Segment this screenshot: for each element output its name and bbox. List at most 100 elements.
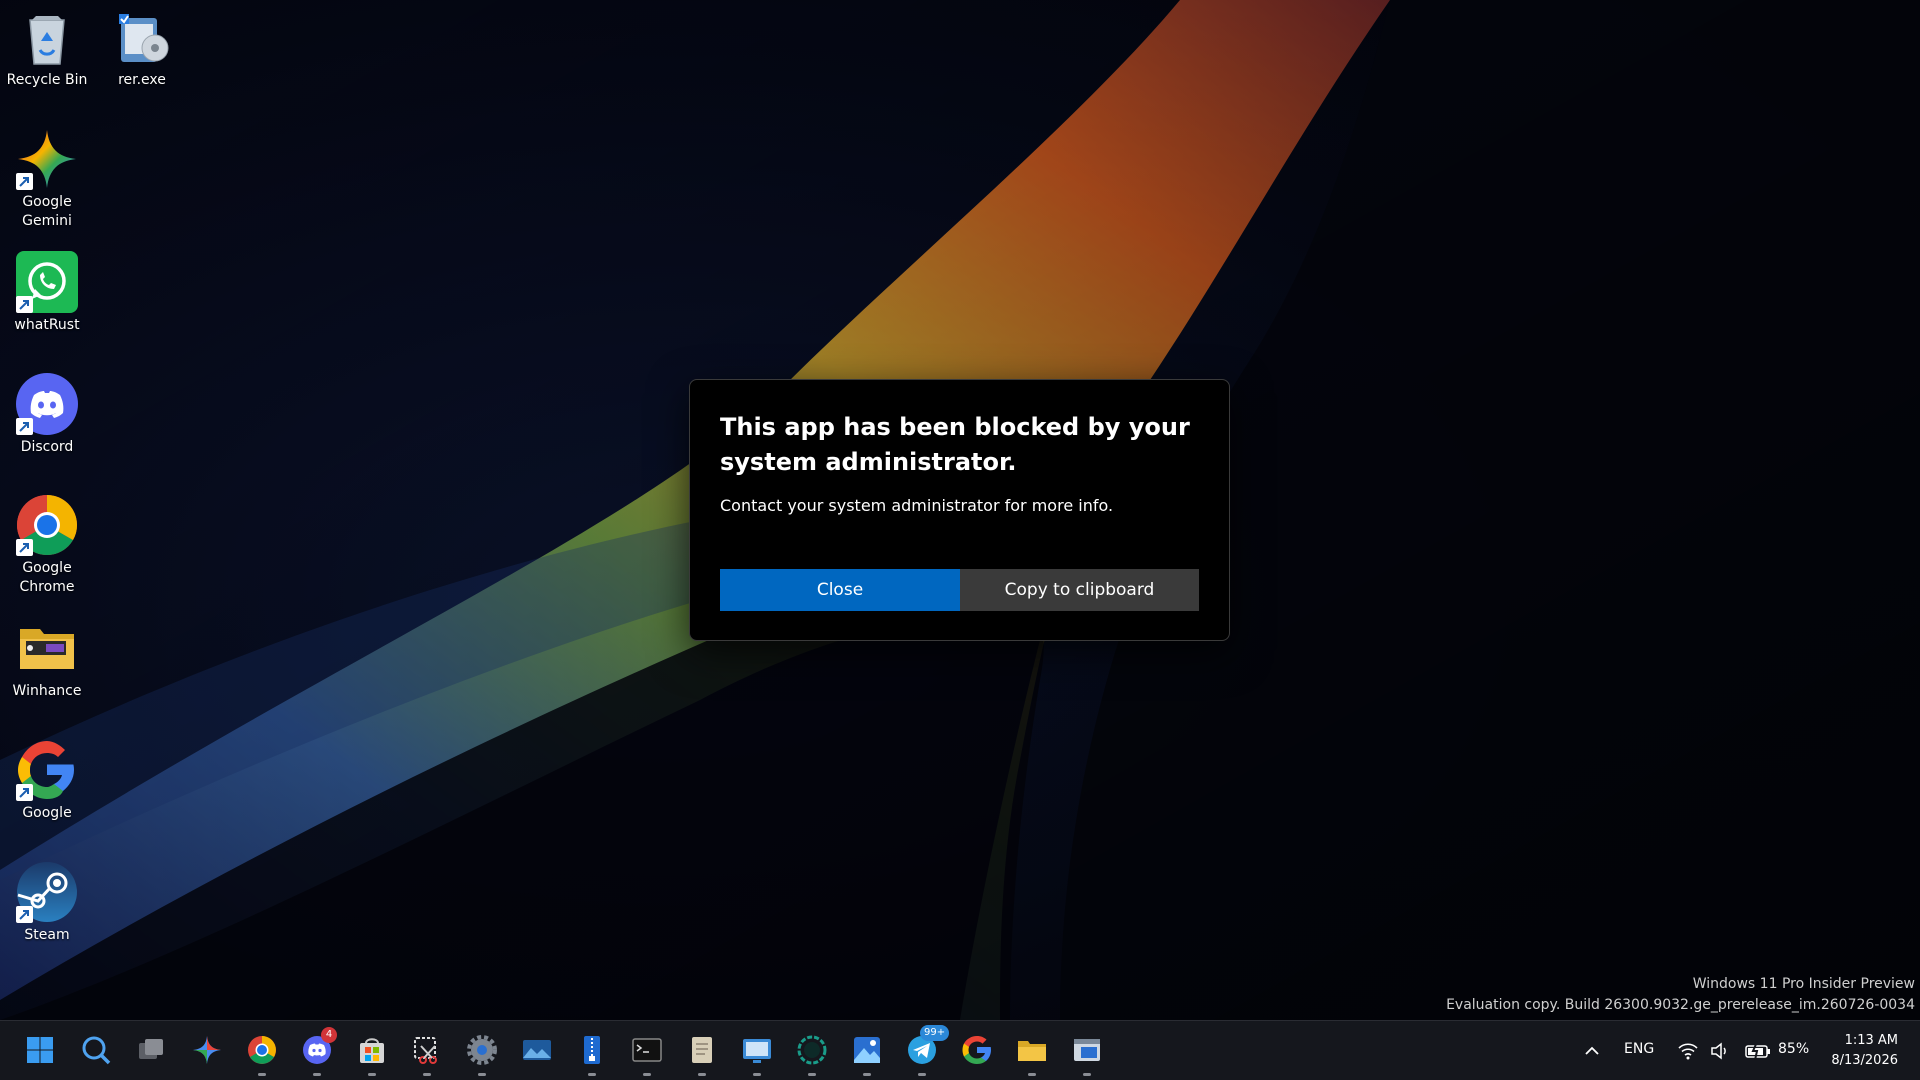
dialog-message: Contact your system administrator for mo… [720, 496, 1114, 515]
running-indicator [1083, 1073, 1091, 1076]
desktop-icon-label: Google [22, 805, 72, 821]
taskbar-app-notepad[interactable] [678, 1021, 726, 1080]
taskbar-app-telegram[interactable]: 99+ [898, 1021, 950, 1080]
desktop-icon-label: Discord [20, 439, 74, 455]
battery-charging-icon [1745, 1041, 1770, 1061]
running-indicator [643, 1073, 651, 1076]
circle-app-icon [797, 1035, 827, 1065]
taskbar-app-terminal[interactable] [623, 1021, 671, 1080]
taskbar-app-discord[interactable]: 4 [293, 1021, 341, 1080]
shortcut-arrow-icon [16, 539, 33, 556]
taskbar-app-gemini[interactable] [183, 1021, 231, 1080]
running-indicator [808, 1073, 816, 1076]
taskbar-app-photos[interactable] [513, 1021, 561, 1080]
running-indicator [918, 1073, 926, 1076]
desktop-icon-winhance[interactable]: Winhance [1, 617, 93, 701]
taskbar-app-archive[interactable] [568, 1021, 616, 1080]
desktop-icon-label: rer.exe [118, 72, 166, 88]
terminal-icon [632, 1038, 662, 1062]
running-indicator [588, 1073, 596, 1076]
taskbar-app-snipping-tool[interactable] [403, 1021, 451, 1080]
desktop-icon-label: Recycle Bin [6, 72, 88, 88]
shortcut-arrow-icon [16, 296, 33, 313]
photos-icon [523, 1040, 551, 1060]
taskbar: 4 99+ ENG 85% 1:13 AM 8/13/2026 [0, 1020, 1920, 1080]
taskbar-app-store[interactable] [348, 1021, 396, 1080]
language-indicator[interactable]: ENG [1624, 1041, 1654, 1057]
desktop-icon-google-chrome[interactable]: Google Chrome [1, 494, 93, 597]
file-explorer-icon [1018, 1041, 1046, 1061]
recycle-bin-icon [29, 16, 65, 65]
snipping-tool-icon [414, 1037, 437, 1064]
window-app-icon [1074, 1039, 1100, 1061]
taskbar-app-image-viewer[interactable] [843, 1021, 891, 1080]
notification-badge: 4 [321, 1027, 337, 1043]
shortcut-arrow-icon [16, 784, 33, 801]
taskbar-search-button[interactable] [72, 1021, 120, 1080]
chrome-icon [248, 1036, 276, 1064]
taskbar-app-settings[interactable] [458, 1021, 506, 1080]
network-icon-button[interactable] [1676, 1039, 1700, 1063]
running-indicator [753, 1073, 761, 1076]
desktop-icon-label: Google Gemini [22, 194, 72, 229]
clock-date: 8/13/2026 [1831, 1053, 1898, 1068]
chevron-up-icon [1585, 1046, 1599, 1055]
close-button[interactable]: Close [720, 569, 960, 611]
volume-icon-button[interactable] [1708, 1039, 1732, 1063]
app-blocked-dialog: This app has been blocked by your system… [689, 379, 1230, 641]
task-view-icon [139, 1039, 163, 1059]
google-icon [962, 1036, 991, 1064]
desktop-icon-discord[interactable]: Discord [1, 373, 93, 457]
notepad-icon [692, 1037, 712, 1063]
taskbar-app-file-explorer[interactable] [1008, 1021, 1056, 1080]
running-indicator [258, 1073, 266, 1076]
desktop-icon-label: Winhance [12, 683, 82, 699]
notification-badge: 99+ [920, 1025, 950, 1041]
desktop-icon-label: Google Chrome [19, 560, 75, 595]
desktop-icon-label: whatRust [14, 317, 80, 333]
watermark-build: Evaluation copy. Build 26300.9032.ge_pre… [1446, 997, 1915, 1013]
running-indicator [313, 1073, 321, 1076]
wifi-icon [1678, 1043, 1698, 1060]
taskbar-app-chrome[interactable] [238, 1021, 286, 1080]
taskbar-app-remote-desktop[interactable] [733, 1021, 781, 1080]
running-indicator [423, 1073, 431, 1076]
settings-icon [467, 1035, 497, 1065]
search-icon [82, 1036, 111, 1065]
running-indicator [478, 1073, 486, 1076]
watermark-edition: Windows 11 Pro Insider Preview [1692, 976, 1915, 992]
archive-icon [584, 1036, 600, 1064]
running-indicator [1028, 1073, 1036, 1076]
desktop-icon-whatrust[interactable]: whatRust [1, 251, 93, 335]
desktop-icon-label: Steam [24, 927, 70, 943]
running-indicator [863, 1073, 871, 1076]
evaluation-watermark: Windows 11 Pro Insider Preview Evaluatio… [1446, 974, 1915, 1016]
running-indicator [368, 1073, 376, 1076]
running-indicator [698, 1073, 706, 1076]
shortcut-arrow-icon [16, 173, 33, 190]
show-hidden-icons-button[interactable] [1580, 1039, 1604, 1063]
taskbar-app-google[interactable] [953, 1021, 1001, 1080]
dialog-title: This app has been blocked by your system… [720, 413, 1190, 476]
desktop-icon-google-gemini[interactable]: Google Gemini [1, 128, 93, 231]
desktop-icon-steam[interactable]: Steam [1, 861, 93, 945]
installer-icon [119, 14, 169, 62]
desktop-icon-recycle-bin[interactable]: Recycle Bin [1, 6, 93, 90]
windows-start-icon [27, 1037, 53, 1063]
desktop-icon-google[interactable]: Google [1, 739, 93, 823]
taskbar-app-circle[interactable] [788, 1021, 836, 1080]
clock[interactable]: 1:13 AM 8/13/2026 [1788, 1031, 1898, 1071]
taskbar-app-window[interactable] [1063, 1021, 1111, 1080]
shortcut-arrow-icon [16, 906, 33, 923]
desktop-icon-rer-exe[interactable]: rer.exe [96, 6, 188, 90]
folder-icon [20, 629, 74, 669]
start-button[interactable] [16, 1021, 64, 1080]
store-icon [360, 1038, 384, 1063]
remote-desktop-icon [743, 1039, 771, 1063]
copy-to-clipboard-button[interactable]: Copy to clipboard [960, 569, 1199, 611]
image-viewer-icon [854, 1037, 880, 1063]
clock-time: 1:13 AM [1844, 1033, 1898, 1048]
shortcut-arrow-icon [16, 418, 33, 435]
speaker-icon [1711, 1042, 1726, 1060]
task-view-button[interactable] [127, 1021, 175, 1080]
